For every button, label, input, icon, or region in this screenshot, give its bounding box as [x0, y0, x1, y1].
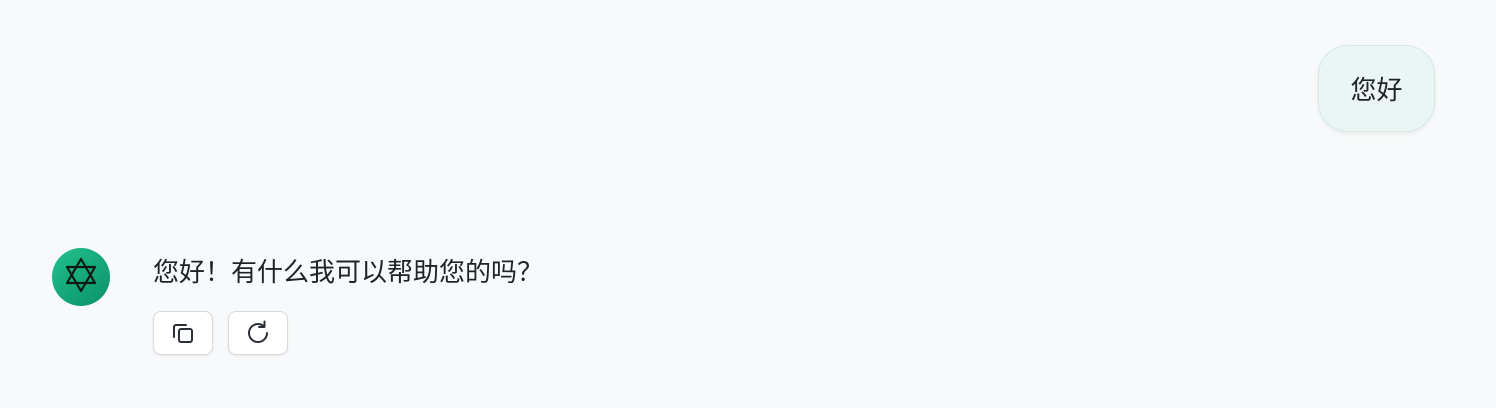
copy-button[interactable]	[153, 311, 213, 355]
star-of-david-icon	[64, 256, 98, 298]
assistant-message-body: 您好！有什么我可以帮助您的吗？	[153, 253, 953, 355]
copy-icon	[170, 320, 196, 346]
assistant-avatar	[52, 248, 110, 306]
user-message-row: 您好	[1318, 45, 1435, 132]
refresh-icon	[244, 319, 272, 347]
message-actions	[153, 311, 953, 355]
regenerate-button[interactable]	[228, 311, 288, 355]
assistant-message-text: 您好！有什么我可以帮助您的吗？	[153, 258, 544, 288]
user-message-bubble: 您好	[1318, 45, 1435, 132]
user-message-text: 您好	[1350, 76, 1403, 106]
